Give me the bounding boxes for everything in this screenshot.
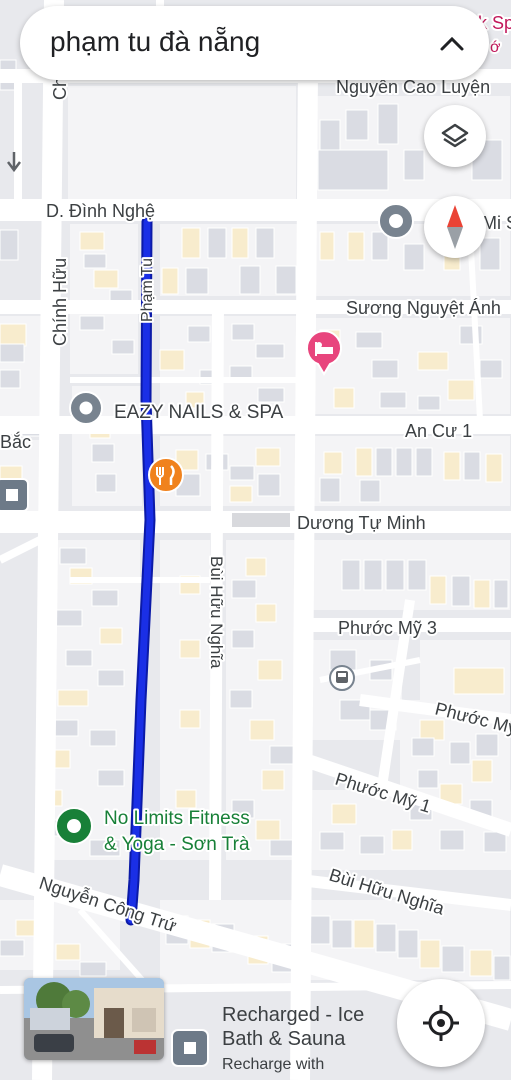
my-location-icon [423, 1005, 459, 1041]
street-label-bui-huu-nghia: Bùi Hữu Nghĩa [207, 556, 226, 669]
blurred-label [232, 513, 290, 527]
no-limits-fitness-pin[interactable] [55, 807, 93, 845]
recharged-pin[interactable] [171, 1029, 209, 1067]
search-input[interactable]: phạm tu đà nẵng [50, 26, 260, 58]
eazy-nails-pin[interactable] [69, 391, 103, 425]
eazy-nails-label[interactable]: EAZY NAILS & SPA [112, 400, 286, 425]
search-bar[interactable]: phạm tu đà nẵng [20, 6, 489, 80]
street-label-an-cu-1: An Cư 1 [405, 421, 472, 441]
restaurant-pin-icon[interactable] [148, 457, 184, 493]
street-label-phuoc-my-3: Phước Mỹ 3 [338, 618, 437, 638]
street-view-image [24, 978, 164, 1060]
street-view-thumbnail[interactable] [24, 978, 164, 1060]
street-label-chinh-huu: Chính Hữu [50, 258, 70, 346]
place-pin-gray[interactable] [378, 203, 414, 239]
place-pin-left[interactable] [0, 478, 29, 512]
bus-stop-icon[interactable] [329, 665, 355, 691]
close-icon[interactable] [433, 24, 471, 62]
poi-label-cut-top-2: ớ [490, 39, 501, 56]
street-label-duong-tu-minh: Dương Tự Minh [297, 513, 426, 533]
layers-button[interactable] [424, 105, 486, 167]
street-label-mi-s: Mi S [482, 213, 511, 233]
no-limits-label-line2[interactable]: & Yoga - Sơn Trà [102, 832, 252, 857]
recharged-title[interactable]: Recharged - Ice Bath & Sauna [222, 1003, 392, 1051]
street-label-pham-tu: Phạm Tu [139, 258, 156, 322]
compass-icon [447, 205, 463, 249]
street-label-suong-nguyet-anh: Sương Nguyệt Ánh [346, 298, 501, 318]
no-limits-label-line1[interactable]: No Limits Fitness [102, 806, 252, 831]
compass-button[interactable] [424, 196, 486, 258]
street-label-bac: Bắc [0, 431, 31, 452]
street-label-ch-cut: Ch [50, 77, 70, 100]
map-canvas[interactable]: Nguyễn Cao Luyện D. Đình Nghệ Chính Hữu … [0, 0, 511, 1080]
recharged-subtitle: Recharge with [222, 1056, 325, 1073]
layers-icon [441, 123, 469, 148]
my-location-button[interactable] [397, 979, 485, 1067]
street-label-dinh-nghe: D. Đình Nghệ [46, 201, 155, 221]
